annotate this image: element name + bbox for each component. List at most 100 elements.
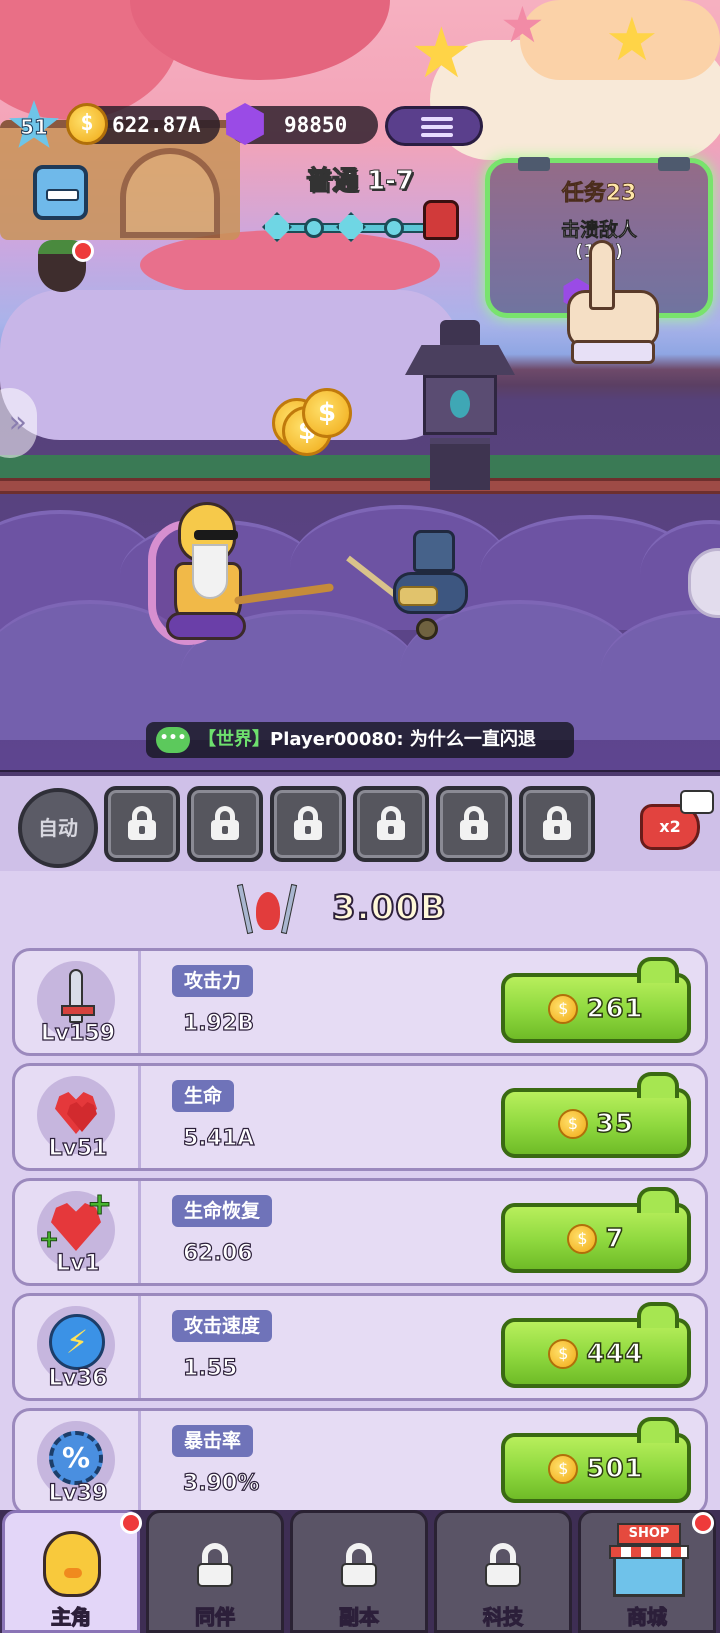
gold-coin-icon: $ (567, 1223, 598, 1254)
auto-skill-button[interactable]: 自动 (18, 788, 98, 868)
upgrade-cost: 7 (605, 1223, 625, 1255)
quest-title: 任务23 (561, 181, 637, 207)
notification-dot (120, 1512, 142, 1534)
skill-slot-locked[interactable] (270, 786, 346, 862)
power-swords-icon (236, 883, 298, 936)
gold-coin-icon: $ (548, 1338, 579, 1369)
gold-coin-icon: $ (66, 103, 108, 145)
tab-hero[interactable]: 主角 (2, 1510, 140, 1633)
stat-value: 62.06 (182, 1240, 253, 1266)
skill-slot-locked[interactable] (187, 786, 263, 862)
lock-icon (197, 1543, 233, 1587)
skill-slot-locked[interactable] (436, 786, 512, 862)
tab-label: 商城 (626, 1604, 667, 1629)
brick-wall (0, 478, 720, 494)
stat-value: 1.92B (182, 1010, 255, 1036)
lock-icon (294, 806, 322, 840)
menu-button[interactable] (385, 106, 483, 146)
stat-row-regen: + + Lv1 生命恢复 62.06 $7 (12, 1178, 708, 1286)
crit-gear-icon: % (49, 1431, 103, 1485)
gem-counter[interactable]: 98850 (226, 103, 378, 145)
upgrade-attack-speed-button[interactable]: $444 (501, 1302, 691, 1388)
gem-amount: 98850 (284, 113, 348, 137)
combat-power-value: 3.00B (331, 887, 447, 929)
stage-title: 普通 1-7 (305, 166, 415, 197)
chat-message: Player00080: 为什么一直闪退 (270, 729, 536, 750)
stat-name: 攻击速度 (172, 1310, 273, 1342)
upgrade-cost: 261 (586, 993, 644, 1025)
upgrade-panel: 自动 x2 3.00B Lv159 攻击力 1.92B $261 Lv51 生命… (0, 772, 720, 1633)
stat-row-crit-rate: % Lv39 暴击率 3.90% $501 (12, 1408, 708, 1516)
stat-row-health: Lv51 生命 5.41A $35 (12, 1063, 708, 1171)
tab-dungeon[interactable]: 副本 (290, 1510, 428, 1633)
tab-label: 主角 (50, 1604, 91, 1629)
stat-level: Lv36 (48, 1365, 108, 1391)
tab-label: 同伴 (194, 1604, 235, 1629)
tab-tech[interactable]: 科技 (434, 1510, 572, 1633)
hero-duck-wizard (148, 502, 335, 652)
lock-icon (211, 806, 239, 840)
chat-channel: 【世界】 (198, 729, 270, 750)
upgrade-cost: 444 (586, 1338, 644, 1370)
upgrade-cost: 501 (586, 1453, 644, 1485)
quest-description: 击溃敌人 (560, 219, 638, 242)
bottom-nav: 主角 同伴 副本 科技 SHOP 商城 (0, 1510, 720, 1633)
collapse-button[interactable] (33, 165, 88, 220)
stat-value: 3.90% (182, 1470, 260, 1496)
skill-slot-locked[interactable] (104, 786, 180, 862)
gold-amount: 622.87A (112, 113, 201, 137)
sword-icon (61, 969, 95, 1023)
gold-coin-icon: $ (548, 993, 579, 1024)
background-star: ★ (410, 12, 473, 94)
skill-slot-locked[interactable] (353, 786, 429, 862)
grass-strip (0, 455, 720, 480)
tab-label: 科技 (482, 1604, 523, 1629)
stat-level: Lv39 (48, 1480, 108, 1506)
tutorial-pointer-hand-icon (567, 240, 663, 370)
notification-dot (72, 240, 94, 262)
hero-chick-icon (43, 1531, 101, 1597)
lock-icon (128, 806, 156, 840)
lock-icon (341, 1543, 377, 1587)
notification-dot (692, 1512, 714, 1534)
player-level: 51 (20, 115, 49, 140)
stone-lantern (405, 320, 515, 490)
combat-power: 3.00B (236, 883, 480, 936)
background-cloud (0, 290, 460, 440)
upgrade-cost: 35 (595, 1108, 635, 1140)
shop-stall-icon: SHOP (609, 1523, 689, 1599)
stat-name: 暴击率 (172, 1425, 254, 1457)
stat-row-attack-speed: ⚡ Lv36 攻击速度 1.55 $444 (12, 1293, 708, 1401)
video-ad-icon (680, 790, 714, 814)
background-star: ★ (500, 0, 545, 54)
stat-name: 生命恢复 (172, 1195, 273, 1227)
stat-level: Lv159 (40, 1020, 116, 1046)
gold-coin-icon: $ (548, 1453, 579, 1484)
coin-icon: $ (302, 388, 352, 438)
stat-level: Lv1 (56, 1250, 101, 1276)
stat-row-attack: Lv159 攻击力 1.92B $261 (12, 948, 708, 1056)
tab-companion[interactable]: 同伴 (146, 1510, 284, 1633)
upgrade-attack-button[interactable]: $261 (501, 957, 691, 1043)
stat-value: 5.41A (182, 1125, 255, 1151)
enemy-knight-robot (346, 530, 478, 640)
skill-slot-locked[interactable] (519, 786, 595, 862)
boss-devil-icon (423, 200, 459, 240)
lightning-icon: ⚡ (49, 1314, 105, 1370)
stat-name: 生命 (172, 1080, 235, 1112)
lock-icon (460, 806, 488, 840)
side-expand-arrow-icon[interactable]: » (0, 388, 37, 458)
menu-icon (421, 117, 453, 121)
background-star: ★ (605, 5, 659, 75)
upgrade-regen-button[interactable]: $7 (501, 1187, 691, 1273)
upgrade-crit-rate-button[interactable]: $501 (501, 1417, 691, 1503)
tab-label: 副本 (338, 1604, 379, 1629)
world-chat-bar[interactable]: ••• 【世界】Player00080: 为什么一直闪退 (146, 722, 574, 758)
gold-coin-icon: $ (557, 1108, 588, 1139)
stat-name: 攻击力 (172, 965, 254, 997)
stat-value: 1.55 (182, 1355, 238, 1381)
lock-icon (377, 806, 405, 840)
upgrade-health-button[interactable]: $35 (501, 1072, 691, 1158)
lock-icon (543, 806, 571, 840)
gold-counter[interactable]: $ 622.87A (66, 103, 220, 145)
